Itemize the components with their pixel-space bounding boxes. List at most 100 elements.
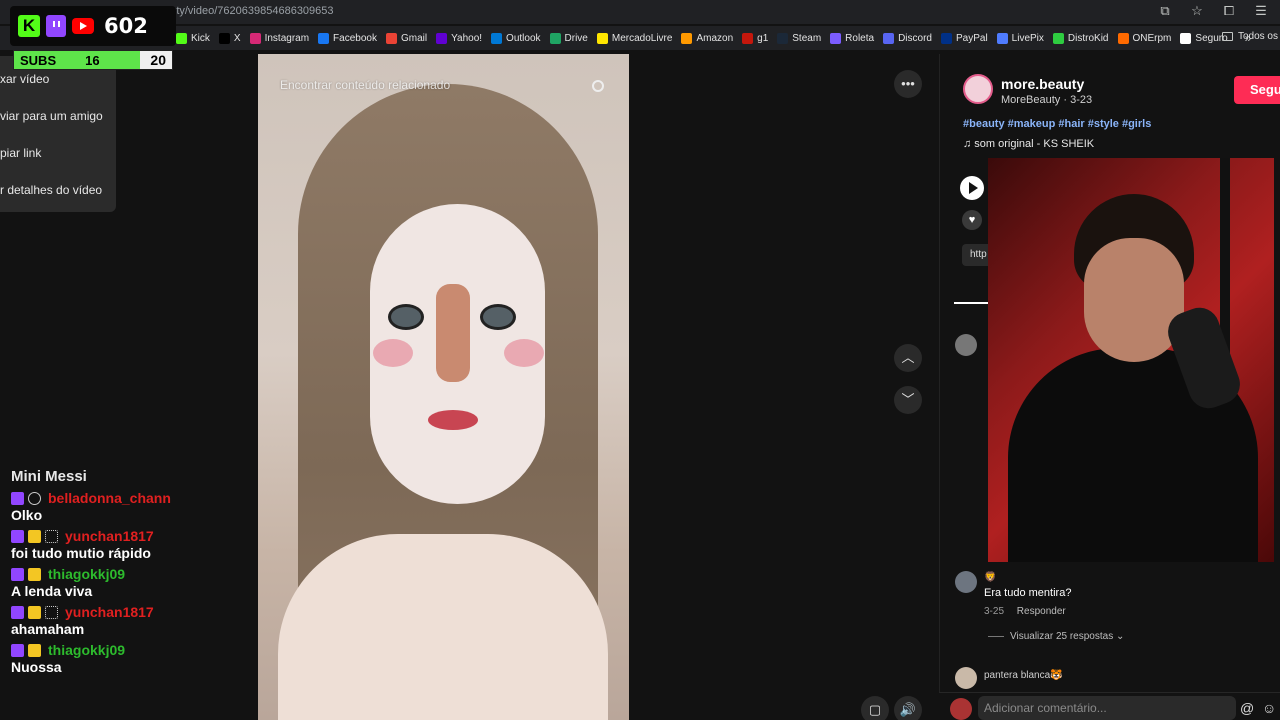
volume-icon: 🔊 (899, 702, 917, 717)
comment-date: 3-25 (984, 606, 1005, 617)
bookmark-onerpm[interactable]: ONErpm (1117, 32, 1171, 44)
post-sound[interactable]: ♫ som original - KS SHEIK (963, 138, 1094, 150)
comment-input[interactable] (978, 696, 1236, 720)
commenter-avatar[interactable] (955, 334, 977, 356)
commenter-badge: 🦁 (984, 572, 997, 583)
bookmark-roleta[interactable]: Roleta (830, 32, 874, 44)
bookmark-seguro[interactable]: Seguro (1180, 32, 1228, 44)
chat-username[interactable]: thiagokkj09 (48, 566, 125, 582)
chat-message: yunchan1817 ahamaham (11, 603, 251, 637)
browser-address-bar[interactable]: tiktok.com/@more.beauty/video/7620639854… (0, 0, 1280, 24)
chat-username[interactable]: yunchan1817 (65, 528, 154, 544)
browser-toolbar-icons: ⧉ ☆ ⧠ ☰ (1156, 2, 1280, 20)
commenter-avatar[interactable] (955, 571, 977, 593)
search-icon[interactable] (592, 80, 604, 92)
bookmark-drive[interactable]: Drive (549, 32, 588, 44)
twitch-badge-icon (11, 529, 24, 543)
heart-icon[interactable]: ♥ (962, 210, 982, 230)
discord-icon (883, 32, 895, 44)
bookmark-x[interactable]: X (218, 32, 241, 44)
gift-badge-icon (45, 529, 58, 543)
volume-button[interactable]: 🔊 (894, 696, 922, 720)
chevron-up-icon: ︿ (901, 350, 915, 365)
bookmark-yahoo[interactable]: Yahoo! (436, 32, 482, 44)
bookmark-kick[interactable]: Kick (176, 32, 210, 44)
author-handle[interactable]: more.beauty (1001, 76, 1084, 92)
instagram-icon (249, 32, 261, 44)
commenter-name[interactable]: pantera blanca🐯 (984, 670, 1063, 681)
twitch-badge-icon (11, 643, 24, 657)
viewer-counter: K 602 (10, 6, 176, 46)
subs-label: SUBS (20, 52, 57, 68)
next-video-button[interactable]: ﹀ (894, 386, 922, 414)
post-hashtags[interactable]: #beauty #makeup #hair #style #girls (963, 118, 1151, 130)
bookmark-steam[interactable]: Steam (777, 32, 821, 44)
share-item-details[interactable]: r detalhes do vídeo (0, 183, 102, 197)
mention-icon[interactable]: @ (1240, 700, 1254, 716)
bookmark-folder-all[interactable]: Todos os (1221, 31, 1278, 42)
sub-badge-icon (28, 567, 41, 581)
share-menu: xar vídeo viar para um amigo piar link r… (0, 56, 116, 212)
bookmark-gmail[interactable]: Gmail (385, 32, 427, 44)
kick-icon: K (18, 15, 40, 37)
mercadolivre-icon (596, 32, 608, 44)
chat-text: Olko (11, 507, 43, 523)
bookmark-star-icon[interactable]: ☆ (1188, 2, 1206, 20)
onerpm-icon (1117, 32, 1129, 44)
reply-button[interactable]: Responder (1017, 606, 1066, 617)
webcam-overlay (988, 158, 1274, 562)
menu-icon[interactable]: ☰ (1252, 2, 1270, 20)
subs-goal: 20 (150, 52, 166, 68)
ellipsis-icon: ••• (901, 76, 915, 91)
chat-username[interactable]: yunchan1817 (65, 604, 154, 620)
pip-button[interactable]: ▢ (861, 696, 889, 720)
folder-icon (1221, 32, 1233, 41)
install-app-icon[interactable]: ⧉ (1156, 2, 1174, 20)
bookmark-mercadolivre[interactable]: MercadoLivre (596, 32, 672, 44)
viewer-count: 602 (104, 14, 148, 38)
noaudio-badge-icon (28, 491, 41, 505)
bookmark-g1[interactable]: g1 (742, 32, 768, 44)
chat-message: thiagokkj09 Nuossa (11, 641, 251, 675)
chat-username[interactable]: thiagokkj09 (48, 642, 125, 658)
play-icon[interactable] (960, 176, 984, 200)
bookmark-amazon[interactable]: Amazon (681, 32, 733, 44)
chat-message: thiagokkj09 A lenda viva (11, 565, 251, 599)
share-item-send-friend[interactable]: viar para um amigo (0, 109, 103, 123)
chat-message: yunchan1817 foi tudo mutio rápido (11, 527, 251, 561)
bookmark-facebook[interactable]: Facebook (318, 32, 377, 44)
share-item-copy-link[interactable]: piar link (0, 146, 41, 160)
bookmark-discord[interactable]: Discord (883, 32, 932, 44)
chat-username[interactable]: belladonna_chann (48, 490, 171, 506)
user-avatar[interactable] (950, 698, 972, 720)
bookmark-instagram[interactable]: Instagram (249, 32, 309, 44)
commenter-avatar[interactable] (955, 667, 977, 689)
sub-badge-icon (28, 643, 41, 657)
kick-icon (176, 32, 187, 44)
view-replies-button[interactable]: Visualizar 25 respostas ⌄ (988, 631, 1124, 642)
screen: tiktok.com/@more.beauty/video/7620639854… (0, 0, 1280, 720)
bookmark-livepix[interactable]: LivePix (996, 32, 1044, 44)
bookmarks-bar: Kick X Instagram Facebook Gmail Yahoo! Outlook… (0, 26, 1280, 50)
author-avatar[interactable] (963, 74, 993, 104)
share-item-download[interactable]: xar vídeo (0, 72, 49, 86)
more-options-button[interactable]: ••• (894, 70, 922, 98)
outlook-icon (491, 32, 503, 44)
twitch-icon (46, 15, 66, 37)
extensions-icon[interactable]: ⧠ (1220, 2, 1238, 20)
related-search-input[interactable]: Encontrar conteúdo relacionado (280, 78, 450, 92)
follow-button[interactable]: Segui (1234, 76, 1280, 104)
previous-video-button[interactable]: ︿ (894, 344, 922, 372)
bookmark-paypal[interactable]: PayPal (940, 32, 988, 44)
comments-tab-indicator (954, 302, 990, 304)
video-player[interactable]: Encontrar conteúdo relacionado (258, 54, 629, 720)
chat-text: A lenda viva (11, 583, 93, 599)
chevron-down-icon: ⌄ (1115, 631, 1125, 642)
emoji-icon[interactable]: ☺ (1262, 700, 1276, 716)
youtube-icon (72, 18, 94, 34)
twitch-badge-icon (11, 567, 24, 581)
subs-goal-bar: SUBS 16 20 (13, 50, 173, 70)
gmail-icon (385, 32, 397, 44)
bookmark-distrokid[interactable]: DistroKid (1052, 32, 1109, 44)
bookmark-outlook[interactable]: Outlook (491, 32, 541, 44)
